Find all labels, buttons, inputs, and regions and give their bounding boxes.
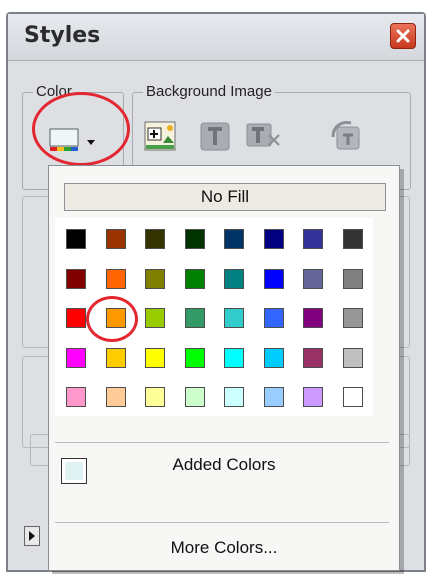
color-swatch[interactable] xyxy=(263,347,284,368)
color-swatch[interactable] xyxy=(105,347,126,368)
color-swatch[interactable] xyxy=(66,268,86,289)
color-swatch[interactable] xyxy=(105,308,126,328)
color-swatch[interactable] xyxy=(184,268,205,289)
color-swatch[interactable] xyxy=(184,308,205,328)
color-swatch[interactable] xyxy=(263,387,284,407)
color-swatch[interactable] xyxy=(145,268,165,289)
more-colors-button[interactable]: More Colors... xyxy=(49,538,399,558)
color-swatch[interactable] xyxy=(342,387,363,407)
color-swatch[interactable] xyxy=(263,308,284,328)
window-title: Styles xyxy=(24,23,101,48)
reset-image-button[interactable] xyxy=(329,117,369,157)
color-swatch[interactable] xyxy=(224,347,244,368)
color-swatch[interactable] xyxy=(145,347,165,368)
color-swatch[interactable] xyxy=(303,268,323,289)
color-swatch[interactable] xyxy=(342,229,363,249)
color-swatch[interactable] xyxy=(224,387,244,407)
color-palette xyxy=(55,218,373,416)
color-swatch[interactable] xyxy=(303,387,323,407)
insert-picture-button[interactable] xyxy=(143,119,179,155)
title-bar: Styles xyxy=(8,14,424,61)
separator-bottom xyxy=(55,522,389,523)
color-swatch[interactable] xyxy=(145,387,165,407)
color-swatch[interactable] xyxy=(66,387,86,407)
expand-arrow-button[interactable] xyxy=(24,526,40,546)
color-swatch[interactable] xyxy=(105,229,126,249)
no-fill-button[interactable]: No Fill xyxy=(64,183,386,211)
color-swatch[interactable] xyxy=(224,268,244,289)
color-dropdown: No Fill Added Colors More Colors... xyxy=(48,165,400,571)
color-swatch[interactable] xyxy=(224,229,244,249)
added-color-swatch[interactable] xyxy=(61,458,87,484)
fill-color-icon xyxy=(49,128,95,151)
color-group-label: Color xyxy=(33,83,75,100)
close-button[interactable] xyxy=(390,23,416,49)
color-swatch[interactable] xyxy=(184,387,205,407)
color-swatch[interactable] xyxy=(66,308,86,328)
insert-picture-icon xyxy=(144,121,176,151)
color-swatch[interactable] xyxy=(105,387,126,407)
close-icon xyxy=(396,29,410,43)
color-swatch[interactable] xyxy=(263,229,284,249)
color-swatch[interactable] xyxy=(184,347,205,368)
background-image-group-label: Background Image xyxy=(143,83,275,100)
separator-top xyxy=(55,442,389,443)
color-swatch[interactable] xyxy=(303,229,323,249)
text-style-icon xyxy=(200,122,230,151)
color-swatch[interactable] xyxy=(105,268,126,289)
color-swatch[interactable] xyxy=(303,308,323,328)
text-style-button[interactable] xyxy=(199,121,233,153)
expand-arrow-icon xyxy=(29,531,35,541)
color-swatch[interactable] xyxy=(342,268,363,289)
reset-image-icon xyxy=(331,121,360,150)
text-effect-icon xyxy=(246,123,280,147)
color-swatch[interactable] xyxy=(342,347,363,368)
color-swatch[interactable] xyxy=(342,308,363,328)
fill-color-button[interactable] xyxy=(49,128,99,154)
color-swatch[interactable] xyxy=(303,347,323,368)
color-swatch[interactable] xyxy=(184,229,205,249)
added-colors-label: Added Colors xyxy=(172,455,276,474)
color-swatch[interactable] xyxy=(145,308,165,328)
color-swatch[interactable] xyxy=(66,229,86,249)
color-swatch[interactable] xyxy=(66,347,86,368)
color-swatch[interactable] xyxy=(263,268,284,289)
color-swatch[interactable] xyxy=(224,308,244,328)
text-effect-button[interactable] xyxy=(245,121,285,153)
color-swatch[interactable] xyxy=(145,229,165,249)
